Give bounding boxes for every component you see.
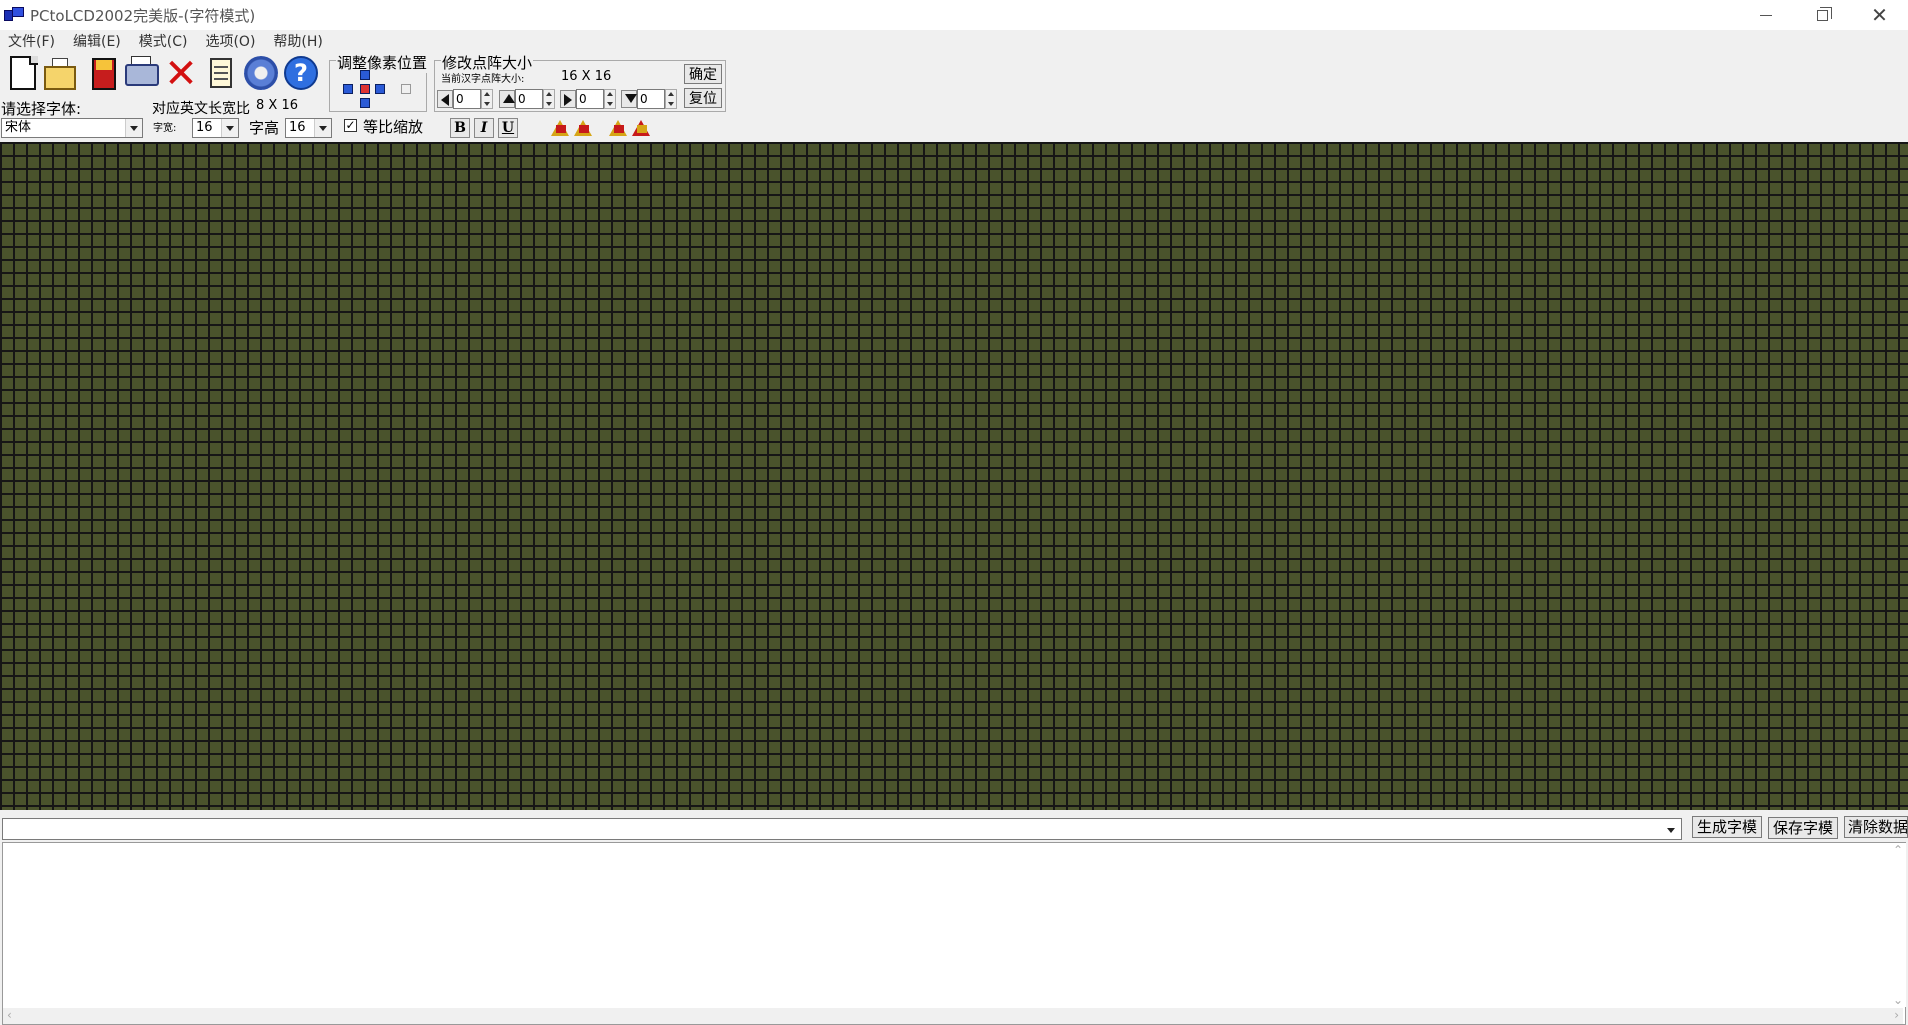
settings-gear-icon[interactable] (242, 54, 278, 94)
reset-button[interactable]: 复位 (684, 88, 722, 108)
clear-data-button[interactable]: 清除数据 (1844, 816, 1908, 838)
proportional-scale-checkbox[interactable]: ✓ (344, 119, 357, 132)
rotate-left-icon[interactable] (608, 116, 630, 138)
bottom-margin-arrows[interactable] (665, 89, 677, 109)
font-select-value: 宋体 (5, 120, 32, 135)
confirm-button[interactable]: 确定 (684, 64, 722, 84)
mirror-vertical-icon[interactable] (573, 116, 595, 138)
italic-button[interactable]: I (474, 118, 494, 138)
horizontal-scrollbar[interactable]: ‹ › (3, 1008, 1903, 1024)
left-margin-input[interactable]: 0 (453, 89, 481, 109)
current-size-label: 当前汉字点阵大小: (441, 74, 525, 85)
menu-file[interactable]: 文件(F) (8, 31, 55, 51)
chevron-down-icon (1661, 819, 1681, 839)
restore-icon (1817, 6, 1832, 21)
chevron-down-icon (314, 119, 331, 137)
top-margin-arrows[interactable] (543, 89, 555, 109)
width-select-value: 16 (196, 120, 213, 135)
left-margin-arrows[interactable] (481, 89, 493, 109)
chevron-down-icon (221, 119, 238, 137)
move-right-icon[interactable] (375, 84, 385, 94)
bottom-margin-spinner[interactable]: 0 (621, 89, 677, 109)
rotate-right-icon[interactable] (631, 116, 653, 138)
underline-button[interactable]: U (498, 118, 518, 138)
app-icon (4, 7, 24, 23)
pixel-box-icon[interactable] (401, 84, 411, 94)
left-margin-spinner[interactable]: 0 (437, 89, 493, 109)
scroll-right-icon[interactable]: › (1894, 1008, 1899, 1022)
chevron-down-icon (125, 119, 142, 137)
right-margin-spinner[interactable]: 0 (560, 89, 616, 109)
close-button[interactable]: ✕ (1851, 0, 1908, 30)
scroll-left-icon[interactable]: ‹ (7, 1008, 12, 1022)
mirror-horizontal-icon[interactable] (550, 116, 572, 138)
generate-font-button[interactable]: 生成字模 (1692, 816, 1762, 838)
menu-help[interactable]: 帮助(H) (273, 31, 322, 51)
current-size-value: 16 X 16 (561, 69, 612, 84)
print-icon[interactable] (123, 54, 163, 94)
width-label: 字宽: (153, 123, 177, 134)
move-left-icon[interactable] (343, 84, 353, 94)
move-down-icon[interactable] (360, 98, 370, 108)
minimize-button[interactable] (1737, 0, 1794, 30)
menu-edit[interactable]: 编辑(E) (73, 31, 121, 51)
output-format-combo[interactable] (2, 818, 1682, 840)
scroll-up-icon[interactable]: ⌃ (1893, 843, 1903, 857)
ratio-label: 对应英文长宽比 (152, 101, 250, 117)
lcd-dot-matrix[interactable] (0, 142, 1908, 810)
height-select[interactable]: 16 (285, 118, 332, 138)
save-disk-icon[interactable] (86, 54, 122, 94)
bold-button[interactable]: B (450, 118, 470, 138)
proportional-scale-label: 等比缩放 (363, 118, 424, 136)
height-select-value: 16 (289, 120, 306, 135)
top-margin-spinner[interactable]: 0 (499, 89, 555, 109)
select-font-label: 请选择字体: (1, 100, 82, 118)
minimize-icon (1759, 14, 1772, 16)
title-bar: PCtoLCD2002完美版-(字符模式) ✕ (0, 0, 1908, 30)
scroll-down-icon[interactable]: ⌄ (1893, 993, 1903, 1007)
close-icon: ✕ (1871, 3, 1888, 27)
menu-mode[interactable]: 模式(C) (139, 31, 188, 51)
new-file-icon[interactable] (5, 54, 41, 94)
menu-options[interactable]: 选项(O) (205, 31, 255, 51)
top-margin-icon (499, 90, 515, 108)
adjust-pixel-title: 调整像素位置 (336, 52, 429, 73)
save-font-button[interactable]: 保存字模 (1768, 817, 1838, 839)
help-icon[interactable]: ? (283, 54, 319, 94)
right-margin-input[interactable]: 0 (576, 89, 604, 109)
move-up-icon[interactable] (360, 70, 370, 80)
menu-bar: 文件(F) 编辑(E) 模式(C) 选项(O) 帮助(H) (0, 30, 1908, 52)
height-label: 字高 (249, 119, 280, 137)
delete-icon[interactable]: ✕ (163, 54, 199, 94)
right-margin-icon (560, 90, 576, 108)
open-folder-icon[interactable] (42, 54, 78, 94)
move-center-icon[interactable] (360, 84, 370, 94)
left-margin-icon (437, 90, 453, 108)
top-margin-input[interactable]: 0 (515, 89, 543, 109)
restore-button[interactable] (1794, 0, 1851, 30)
vertical-scrollbar[interactable]: ⌃ ⌄ (1890, 843, 1906, 1007)
window-title: PCtoLCD2002完美版-(字符模式) (30, 6, 256, 25)
ratio-value: 8 X 16 (256, 98, 298, 113)
font-select[interactable]: 宋体 (1, 118, 143, 138)
bottom-margin-icon (621, 90, 637, 108)
bottom-margin-input[interactable]: 0 (637, 89, 665, 109)
width-select[interactable]: 16 (192, 118, 239, 138)
document-icon[interactable] (204, 54, 240, 94)
right-margin-arrows[interactable] (604, 89, 616, 109)
output-text-area[interactable] (2, 842, 1906, 1025)
